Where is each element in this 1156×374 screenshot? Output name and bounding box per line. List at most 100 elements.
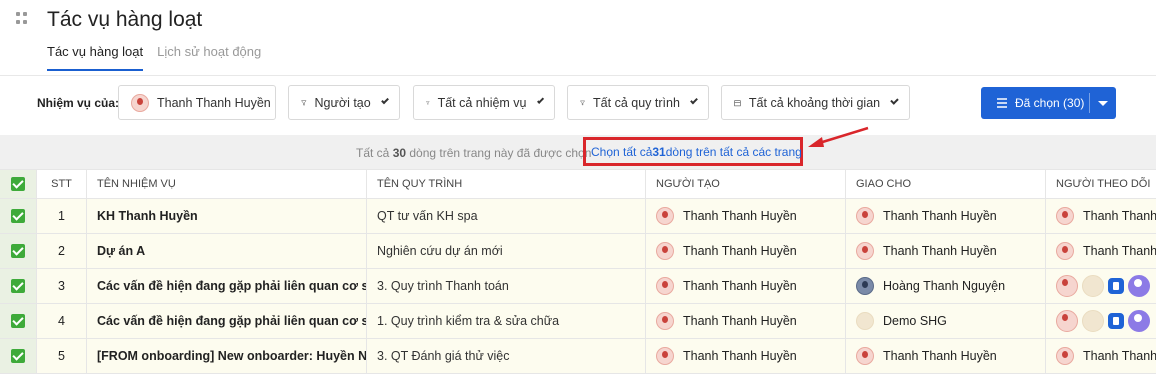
page-header: Tác vụ hàng loạt Tác vụ hàng loạt Lịch s… [0,0,1156,76]
user-avatar [656,242,674,260]
checkbox-checked-icon[interactable] [11,209,25,223]
follower-avatar-group [1056,310,1150,332]
assignee-name: Hoàng Thanh Nguyện [883,279,1006,293]
user-avatar [856,242,874,260]
row-follower [1045,269,1156,303]
row-checkbox-cell[interactable] [0,304,36,338]
row-assignee: Thanh Thanh Huyền [845,199,1045,233]
tab-bulk-actions[interactable]: Tác vụ hàng loạt [47,44,144,71]
creator-name: Thanh Thanh Huyền [683,279,797,293]
chevron-down-icon [690,96,698,105]
col-header-task: TÊN NHIỆM VỤ [86,170,366,198]
row-checkbox-cell[interactable] [0,234,36,268]
owner-name: Thanh Thanh Huyền [157,95,271,110]
creator-name: Thanh Thanh Huyền [683,349,797,363]
row-task-name[interactable]: [FROM onboarding] New onboarder: Huyền N… [86,339,366,373]
chevron-down-icon [380,96,389,105]
button-divider [1089,93,1090,113]
table-header-row: STT TÊN NHIỆM VỤ TÊN QUY TRÌNH NGƯỜI TẠO… [0,169,1156,199]
user-avatar [1128,275,1150,297]
user-avatar [856,312,874,330]
user-avatar [1128,310,1150,332]
row-task-name[interactable]: Dự án A [86,234,366,268]
apps-grid-icon[interactable] [16,12,28,24]
user-avatar [1108,313,1124,329]
row-stt: 5 [36,339,86,373]
assignee-name: Thanh Thanh Huyền [883,244,997,258]
user-avatar [1056,310,1078,332]
row-process-name: QT tư vấn KH spa [366,199,645,233]
selected-actions-button[interactable]: Đã chọn (30) [981,87,1116,119]
row-creator: Thanh Thanh Huyền [645,234,845,268]
checkbox-checked-icon[interactable] [11,279,25,293]
process-filter[interactable]: Tất cả quy trình [567,85,709,120]
row-checkbox-cell[interactable] [0,269,36,303]
assignee-name: Thanh Thanh Huyền [883,209,997,223]
user-avatar [1056,347,1074,365]
col-header-assignee: GIAO CHO [845,170,1045,198]
checkbox-checked-icon[interactable] [11,177,25,191]
row-stt: 4 [36,304,86,338]
col-header-follower: NGƯỜI THEO DÕI [1045,170,1156,198]
creator-filter[interactable]: Người tạo [288,85,400,120]
process-filter-label: Tất cả quy trình [593,95,680,110]
select-all-prefix: Chọn tất cả [591,144,653,159]
row-assignee: Thanh Thanh Huyền [845,234,1045,268]
caret-down-icon[interactable] [1098,100,1108,106]
row-stt: 1 [36,199,86,233]
select-all-checkbox-cell[interactable] [0,170,36,198]
assignee-name: Thanh Thanh Huyền [883,349,997,363]
checkbox-checked-icon[interactable] [11,349,25,363]
row-follower: Thanh Thanh Huyền [1045,339,1156,373]
user-avatar [1108,278,1124,294]
user-avatar [131,93,149,112]
user-avatar [1082,310,1104,332]
creator-name: Thanh Thanh Huyền [683,314,797,328]
row-follower: Thanh Thanh Huyền [1045,199,1156,233]
tab-bar: Tác vụ hàng loạt Lịch sử hoạt động [47,44,261,71]
row-process-name: 3. Quy trình Thanh toán [366,269,645,303]
chevron-down-icon [890,96,899,105]
selection-notice: Tất cả 30 dòng trên trang này đã được ch… [356,146,591,160]
user-avatar [856,277,874,295]
owner-select[interactable]: Thanh Thanh Huyền [118,85,276,120]
checkbox-checked-icon[interactable] [11,244,25,258]
col-header-creator: NGƯỜI TẠO [645,170,845,198]
row-assignee: Demo SHG [845,304,1045,338]
tab-activity-history[interactable]: Lịch sử hoạt động [157,44,261,71]
page-title: Tác vụ hàng loạt [47,8,203,31]
row-creator: Thanh Thanh Huyền [645,339,845,373]
table-row[interactable]: 1 KH Thanh Huyền QT tư vấn KH spa Thanh … [0,199,1156,234]
row-task-name[interactable]: Các vấn đề hiện đang gặp phải liên quan … [86,269,366,303]
follower-name: Thanh Thanh Huyền [1083,209,1156,223]
selection-notice-bar: Tất cả 30 dòng trên trang này đã được ch… [0,135,1156,169]
row-checkbox-cell[interactable] [0,339,36,373]
user-avatar [856,207,874,225]
creator-name: Thanh Thanh Huyền [683,244,797,258]
row-creator: Thanh Thanh Huyền [645,304,845,338]
table-row[interactable]: 5 [FROM onboarding] New onboarder: Huyền… [0,339,1156,374]
task-filter[interactable]: Tất cả nhiệm vụ [413,85,555,120]
user-avatar [856,347,874,365]
table-row[interactable]: 2 Dự án A Nghiên cứu dự án mới Thanh Tha… [0,234,1156,269]
row-checkbox-cell[interactable] [0,199,36,233]
select-all-link[interactable]: Chọn tất cả 31 dòng trên tất cả các tran… [583,137,803,166]
chevron-down-icon [536,96,544,105]
row-task-name[interactable]: Các vấn đề hiện đang gặp phải liên quan … [86,304,366,338]
col-header-process: TÊN QUY TRÌNH [366,170,645,198]
annotation-arrow [808,126,869,147]
checkbox-checked-icon[interactable] [11,314,25,328]
row-task-name[interactable]: KH Thanh Huyền [86,199,366,233]
follower-name: Thanh Thanh Huyền [1083,349,1156,363]
user-avatar [1056,207,1074,225]
list-icon [997,98,1007,108]
assignee-name: Demo SHG [883,314,947,328]
filter-label: Nhiệm vụ của: [37,96,120,110]
table-row[interactable]: 3 Các vấn đề hiện đang gặp phải liên qua… [0,269,1156,304]
user-avatar [656,347,674,365]
row-process-name: 1. Quy trình kiểm tra & sửa chữa [366,304,645,338]
time-filter[interactable]: Tất cả khoảng thời gian [721,85,910,120]
table-row[interactable]: 4 Các vấn đề hiện đang gặp phải liên qua… [0,304,1156,339]
creator-name: Thanh Thanh Huyền [683,209,797,223]
row-stt: 2 [36,234,86,268]
